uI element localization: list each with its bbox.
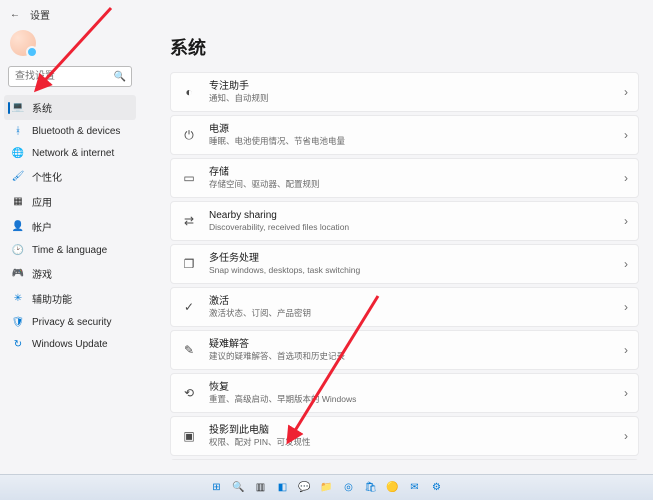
sidebar-label: Bluetooth & devices	[32, 126, 120, 137]
sidebar-item-7[interactable]: 🎮 游戏	[4, 261, 136, 286]
chevron-right-icon: ›	[624, 214, 628, 228]
card-icon: ⇄	[181, 213, 197, 229]
sidebar-icon: ▦	[12, 196, 24, 208]
start-button[interactable]: ⊞	[209, 480, 225, 496]
card-icon: ▭	[181, 170, 197, 186]
card-icon: ◐	[181, 84, 197, 100]
settings-task[interactable]: ⚙	[429, 480, 445, 496]
page-title: 系统	[170, 34, 639, 60]
settings-card-0[interactable]: ◐ 专注助手通知、自动规则 ›	[170, 72, 639, 112]
sidebar-icon: 💻	[12, 102, 24, 114]
sidebar-item-9[interactable]: 🛡 Privacy & security	[4, 311, 136, 333]
card-title: 投影到此电脑	[209, 424, 612, 437]
card-title: 多任务处理	[209, 252, 612, 265]
widgets[interactable]: ◧	[275, 480, 291, 496]
sidebar-item-10[interactable]: ↻ Windows Update	[4, 333, 136, 355]
sidebar-label: Time & language	[32, 245, 107, 256]
chevron-right-icon: ›	[624, 386, 628, 400]
settings-card-3[interactable]: ⇄ Nearby sharingDiscoverability, received…	[170, 201, 639, 241]
chevron-right-icon: ›	[624, 257, 628, 271]
sidebar-item-5[interactable]: 👤 帐户	[4, 214, 136, 239]
sidebar-icon: 👤	[12, 221, 24, 233]
sidebar-item-6[interactable]: 🕑 Time & language	[4, 239, 136, 261]
card-subtitle: 睡眠、电池使用情况、节省电池电量	[209, 136, 612, 147]
chevron-right-icon: ›	[624, 429, 628, 443]
search-taskbar[interactable]: 🔍	[231, 480, 247, 496]
sidebar-icon: 🖌	[12, 171, 24, 183]
sidebar-item-0[interactable]: 💻 系统	[4, 95, 136, 120]
card-title: 疑难解答	[209, 338, 612, 351]
card-icon: ▣	[181, 428, 197, 444]
sidebar-icon: 🌐	[12, 147, 24, 159]
explorer[interactable]: 📁	[319, 480, 335, 496]
sidebar-icon: ᚼ	[12, 125, 24, 137]
taskbar: ⊞ 🔍 ▥ ◧ 💬 📁 ◎ 🛍 🟡 ✉ ⚙	[0, 474, 653, 500]
card-title: 激活	[209, 295, 612, 308]
chevron-right-icon: ›	[624, 85, 628, 99]
chevron-right-icon: ›	[624, 343, 628, 357]
sidebar-item-3[interactable]: 🖌 个性化	[4, 164, 136, 189]
sidebar-label: 系统	[32, 100, 52, 115]
search-input[interactable]	[8, 66, 132, 87]
card-icon: ⏻	[181, 127, 197, 143]
settings-card-1[interactable]: ⏻ 电源睡眠、电池使用情况、节省电池电量 ›	[170, 115, 639, 155]
card-subtitle: 通知、自动规则	[209, 93, 612, 104]
card-icon: ⟲	[181, 385, 197, 401]
card-subtitle: 存储空间、驱动器、配置规则	[209, 179, 612, 190]
sidebar-icon: 🕑	[12, 244, 24, 256]
user-avatar[interactable]	[10, 30, 36, 56]
store[interactable]: 🛍	[363, 480, 379, 496]
card-title: Nearby sharing	[209, 209, 612, 222]
sidebar-label: 个性化	[32, 169, 62, 184]
card-title: 恢复	[209, 381, 612, 394]
sidebar-icon: 🎮	[12, 268, 24, 280]
app-title: 设置	[30, 7, 50, 22]
back-button[interactable]: ←	[10, 9, 20, 20]
sidebar-item-2[interactable]: 🌐 Network & internet	[4, 142, 136, 164]
chrome[interactable]: 🟡	[385, 480, 401, 496]
settings-card-9[interactable]: ⤢远程桌面远程桌面用户、连接权限›	[170, 459, 639, 460]
card-icon: ❐	[181, 256, 197, 272]
sidebar-label: 帐户	[32, 219, 52, 234]
card-subtitle: Snap windows, desktops, task switching	[209, 265, 612, 276]
card-subtitle: Discoverability, received files location	[209, 222, 612, 233]
chevron-right-icon: ›	[624, 128, 628, 142]
card-title: 专注助手	[209, 80, 612, 93]
chevron-right-icon: ›	[624, 300, 628, 314]
sidebar-icon: ✳	[12, 293, 24, 305]
sidebar-label: Privacy & security	[32, 317, 111, 328]
sidebar-item-8[interactable]: ✳ 辅助功能	[4, 286, 136, 311]
card-subtitle: 建议的疑难解答、首选项和历史记录	[209, 351, 612, 362]
sidebar-item-4[interactable]: ▦ 应用	[4, 189, 136, 214]
card-subtitle: 激活状态、订阅、产品密钥	[209, 308, 612, 319]
settings-card-7[interactable]: ⟲ 恢复重置、高级启动、早期版本的 Windows ›	[170, 373, 639, 413]
settings-card-5[interactable]: ✓ 激活激活状态、订阅、产品密钥 ›	[170, 287, 639, 327]
card-icon: ✓	[181, 299, 197, 315]
sidebar-label: 辅助功能	[32, 291, 72, 306]
card-title: 存储	[209, 166, 612, 179]
settings-card-4[interactable]: ❐ 多任务处理Snap windows, desktops, task switc…	[170, 244, 639, 284]
card-subtitle: 权限、配对 PIN、可发现性	[209, 437, 612, 448]
sidebar-label: 游戏	[32, 266, 52, 281]
card-subtitle: 重置、高级启动、早期版本的 Windows	[209, 394, 612, 405]
sidebar-label: Network & internet	[32, 148, 114, 159]
settings-card-6[interactable]: ✎ 疑难解答建议的疑难解答、首选项和历史记录 ›	[170, 330, 639, 370]
mail[interactable]: ✉	[407, 480, 423, 496]
sidebar-label: 应用	[32, 194, 52, 209]
card-title: 电源	[209, 123, 612, 136]
edge[interactable]: ◎	[341, 480, 357, 496]
sidebar-icon: 🛡	[12, 316, 24, 328]
chat[interactable]: 💬	[297, 480, 313, 496]
settings-card-8[interactable]: ▣ 投影到此电脑权限、配对 PIN、可发现性 ›	[170, 416, 639, 456]
taskview[interactable]: ▥	[253, 480, 269, 496]
sidebar-icon: ↻	[12, 338, 24, 350]
card-icon: ✎	[181, 342, 197, 358]
sidebar-item-1[interactable]: ᚼ Bluetooth & devices	[4, 120, 136, 142]
sidebar-label: Windows Update	[32, 339, 108, 350]
settings-card-2[interactable]: ▭ 存储存储空间、驱动器、配置规则 ›	[170, 158, 639, 198]
chevron-right-icon: ›	[624, 171, 628, 185]
